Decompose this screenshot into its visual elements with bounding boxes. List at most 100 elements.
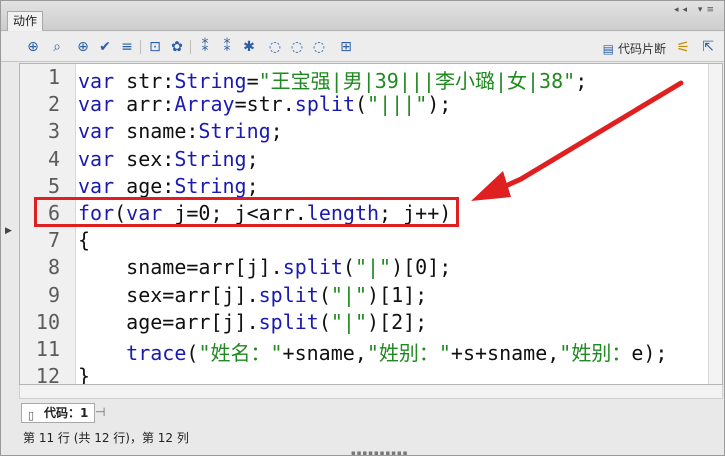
code-snippets-button[interactable]: ▤ 代码片断 [603,40,666,57]
code-hint-icon[interactable]: ⊡ [147,39,163,55]
keyword-token: var [78,146,115,171]
string-token: "姓别：" [366,341,451,365]
collapse-braces-icon[interactable]: ⁑ [197,39,213,55]
code-line[interactable]: } [78,364,91,385]
panel-window-controls[interactable]: ◂◂ ▾≡ [674,5,718,15]
code-token: sname=arr[j]. [78,255,283,280]
expand-panel-icon[interactable]: ⇱ [702,39,714,55]
code-line[interactable]: { [78,228,90,252]
apply-block-comment-icon[interactable]: ◌ [267,39,283,55]
code-token: { [78,228,91,253]
code-line[interactable]: sex=arr[j].split("|")[1]; [78,283,427,307]
code-token: ( [355,92,368,117]
code-token: ; [246,146,259,171]
code-token: ( [318,309,331,334]
vertical-scrollbar[interactable] [708,64,722,384]
code-line[interactable]: var age:String; [78,174,259,198]
check-syntax-icon[interactable]: ✔ [97,39,113,55]
toolbar-separator [140,40,141,54]
code-token: =str. [234,92,295,117]
line-number: 8 [47,255,60,280]
code-token: ( [342,255,355,280]
line-number: 10 [35,309,60,334]
collapse-selection-icon[interactable]: ⁑ [219,39,235,55]
code-token: )[0]; [391,255,452,280]
line-number: 12 [35,364,60,385]
code-token: ; [575,69,588,93]
code-token: str: [114,69,175,93]
code-token: = [246,69,259,93]
code-tab-label: 代码：1 [44,406,89,420]
toolbar-separator [190,40,191,54]
pin-icon[interactable]: ⊣ [95,405,105,419]
code-token: )[1]; [367,282,428,307]
panel-tab-actions[interactable]: 动作 [7,11,43,31]
line-number: 4 [47,146,60,171]
code-line[interactable]: age=arr[j].split("|")[2]; [78,310,427,334]
target-icon[interactable]: ⊕ [75,39,91,55]
document-icon: ▯ [28,409,35,422]
actions-toolbar: ⊕ ⌕ ⊕ ✔ ≡ ⊡ ✿ ⁑ ⁑ ✱ ◌ ◌ ◌ ⊞ ▤ 代码片断 ⚟ ⇱ [1,32,724,62]
code-token: ; [270,119,283,144]
code-token: +sname, [282,341,367,365]
horizontal-scrollbar[interactable] [19,385,723,399]
line-number: 11 [35,337,60,361]
code-token: age: [114,173,175,198]
keyword-token: trace [126,341,187,365]
code-line[interactable]: var str:String="王宝强|男|39|||李小璐|女|38"; [78,65,587,94]
string-token: "|" [330,282,368,307]
keyword-token: String [174,69,247,93]
keyword-token: var [78,173,115,198]
code-line[interactable]: var arr:Array=str.split("|||"); [78,92,451,116]
line-number: 9 [47,282,60,307]
code-line[interactable]: trace("姓名："+sname,"姓别："+s+sname,"姓别：e); [78,337,667,366]
keyword-token: var [78,69,115,93]
code-line[interactable]: sname=arr[j].split("|")[0]; [78,255,451,279]
keyword-token: String [198,119,271,144]
keyword-token: var [78,119,115,144]
apply-line-comment-icon[interactable]: ◌ [289,39,305,55]
code-token: ( [318,282,331,307]
line-number: 5 [47,173,60,198]
tab-code-1[interactable]: ▯ 代码：1 [21,403,96,423]
line-number: 7 [47,228,60,253]
status-bar: 第 11 行 (共 12 行)，第 12 列 [23,431,189,445]
keyword-token: split [258,282,319,307]
code-line[interactable]: var sname:String; [78,119,283,143]
keyword-token: split [282,255,343,280]
string-token: "|||" [367,92,428,117]
code-token: ; [246,173,259,198]
highlight-box-line-6 [34,197,459,227]
find-icon[interactable]: ⌕ [49,39,65,55]
actions-panel: 动作 ◂◂ ▾≡ ⊕ ⌕ ⊕ ✔ ≡ ⊡ ✿ ⁑ ⁑ ✱ ◌ ◌ ◌ ⊞ ▤ 代码… [0,0,725,456]
keyword-token: String [174,146,247,171]
string-token: "|" [330,309,368,334]
code-token: } [78,364,91,385]
code-token: age=arr[j]. [78,309,259,334]
script-assist-icon[interactable]: ⊞ [338,39,354,55]
code-token: ); [427,92,452,117]
panel-titlebar: 动作 ◂◂ ▾≡ [1,1,724,31]
add-icon[interactable]: ⊕ [25,39,41,55]
magic-wand-icon[interactable]: ⚟ [677,38,690,56]
resize-grip[interactable]: ▪▪▪▪▪▪▪▪▪▪ [351,449,408,456]
code-token: arr: [114,92,175,117]
code-token: ( [186,341,199,365]
line-number: 1 [47,65,60,89]
snippets-label: 代码片断 [617,42,666,56]
code-line[interactable]: var sex:String; [78,147,259,171]
keyword-token: var [78,92,115,117]
code-token: )[2]; [367,309,428,334]
auto-format-icon[interactable]: ≡ [119,39,135,55]
debug-icon[interactable]: ✿ [169,39,185,55]
expand-all-icon[interactable]: ✱ [241,39,257,55]
remove-comment-icon[interactable]: ◌ [311,39,327,55]
code-token: sex=arr[j]. [78,282,259,307]
string-token: "王宝强|男|39|||李小璐|女|38" [258,69,576,93]
string-token: "姓别： [559,341,632,365]
line-number: 2 [47,92,60,117]
line-number: 3 [47,119,60,144]
collapse-side-handle[interactable]: ▶ [5,226,12,236]
code-token: sname: [114,119,199,144]
keyword-token: split [258,309,319,334]
